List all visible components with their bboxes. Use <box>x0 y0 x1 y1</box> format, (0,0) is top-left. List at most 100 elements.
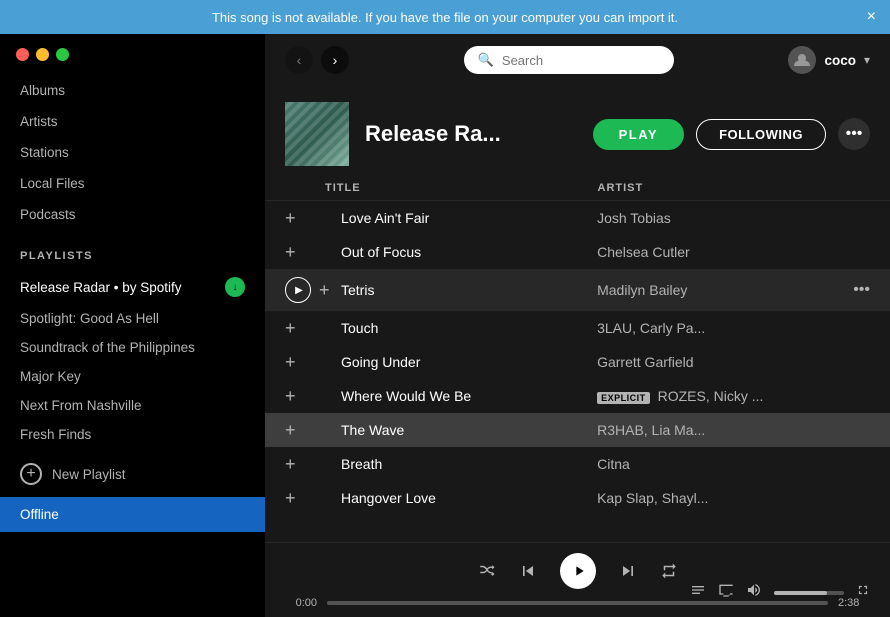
col-title-header: TITLE <box>325 182 598 194</box>
track-artist: Chelsea Cutler <box>597 244 853 260</box>
sidebar-navigation: Albums Artists Stations Local Files Podc… <box>0 71 265 234</box>
sidebar-item-albums[interactable]: Albums <box>0 75 265 106</box>
playlist-label: Soundtrack of the Philippines <box>20 340 195 355</box>
table-row[interactable]: + Breath Citna ••• <box>265 447 890 481</box>
player-right-controls <box>690 582 870 603</box>
new-playlist-button[interactable]: + New Playlist <box>0 453 265 495</box>
notification-close-button[interactable]: × <box>867 9 876 25</box>
col-artist-header: ARTIST <box>598 182 871 194</box>
back-button[interactable]: ‹ <box>285 46 313 74</box>
sidebar-item-local-files[interactable]: Local Files <box>0 168 265 199</box>
search-icon: 🔍 <box>478 52 494 68</box>
play-pause-button[interactable] <box>560 553 596 589</box>
track-title: Out of Focus <box>341 244 597 260</box>
add-track-icon[interactable]: + <box>285 319 296 337</box>
track-title: Breath <box>341 456 597 472</box>
new-playlist-label: New Playlist <box>52 467 126 482</box>
more-options-button[interactable]: ••• <box>838 118 870 150</box>
add-track-icon[interactable]: + <box>285 209 296 227</box>
track-artist: Garrett Garfield <box>597 354 853 370</box>
shuffle-button[interactable] <box>478 562 496 580</box>
playlist-artwork <box>285 102 349 166</box>
add-track-icon[interactable]: + <box>319 281 330 299</box>
avatar <box>788 46 816 74</box>
sidebar-item-artists[interactable]: Artists <box>0 106 265 137</box>
add-track-icon[interactable]: + <box>285 421 296 439</box>
previous-button[interactable] <box>518 561 538 581</box>
traffic-lights <box>0 34 265 71</box>
volume-fill <box>774 591 827 595</box>
track-more-icon[interactable]: ••• <box>853 281 870 299</box>
user-area[interactable]: coco ▾ <box>788 46 870 74</box>
queue-button[interactable] <box>690 582 706 603</box>
nav-arrows: ‹ › <box>285 46 349 74</box>
track-artist: R3HAB, Lia Ma... <box>597 422 853 438</box>
sidebar-item-major-key[interactable]: Major Key <box>0 362 265 391</box>
table-row[interactable]: + Touch 3LAU, Carly Pa... ••• <box>265 311 890 345</box>
sidebar-item-release-radar[interactable]: Release Radar • by Spotify ↓ <box>0 270 265 304</box>
sidebar: Albums Artists Stations Local Files Podc… <box>0 34 265 617</box>
next-button[interactable] <box>618 561 638 581</box>
minimize-window-button[interactable] <box>36 48 49 61</box>
username-label: coco <box>824 53 856 68</box>
track-list-header: TITLE ARTIST <box>265 176 890 201</box>
content-area: ‹ › 🔍 coco ▾ Release Ra... PLAY <box>265 34 890 617</box>
table-row[interactable]: + Going Under Garrett Garfield ••• <box>265 345 890 379</box>
table-row[interactable]: + Hangover Love Kap Slap, Shayl... ••• <box>265 481 890 515</box>
track-artist: 3LAU, Carly Pa... <box>597 320 853 336</box>
search-input[interactable] <box>502 53 660 68</box>
repeat-button[interactable] <box>660 562 678 580</box>
download-icon: ↓ <box>225 277 245 297</box>
add-track-icon[interactable]: + <box>285 489 296 507</box>
table-row[interactable]: ▶ + Tetris Madilyn Bailey ••• <box>265 269 890 311</box>
track-artist: Madilyn Bailey <box>597 282 853 298</box>
track-list: + Love Ain't Fair Josh Tobias ••• + Out … <box>265 201 890 542</box>
player-bar: 0:00 2:38 <box>265 542 890 617</box>
sidebar-item-next-from-nashville[interactable]: Next From Nashville <box>0 391 265 420</box>
track-artist: EXPLICITROZES, Nicky ... <box>597 388 853 404</box>
playlists-section-label: PLAYLISTS <box>0 234 265 270</box>
playlist-label: Release Radar • by Spotify <box>20 280 182 295</box>
table-row[interactable]: + The Wave R3HAB, Lia Ma... ••• <box>265 413 890 447</box>
devices-button[interactable] <box>718 582 734 603</box>
track-title: Hangover Love <box>341 490 597 506</box>
track-title: The Wave <box>341 422 597 438</box>
following-button[interactable]: FOLLOWING <box>696 119 826 150</box>
table-row[interactable]: + Where Would We Be EXPLICITROZES, Nicky… <box>265 379 890 413</box>
track-title: Going Under <box>341 354 597 370</box>
play-button[interactable]: PLAY <box>593 119 684 150</box>
offline-label: Offline <box>20 507 59 522</box>
track-artist: Kap Slap, Shayl... <box>597 490 853 506</box>
playlist-label: Next From Nashville <box>20 398 142 413</box>
forward-button[interactable]: › <box>321 46 349 74</box>
playlist-label: Spotlight: Good As Hell <box>20 311 159 326</box>
sidebar-item-podcasts[interactable]: Podcasts <box>0 199 265 230</box>
playlist-title: Release Ra... <box>365 121 577 147</box>
playlist-header: Release Ra... PLAY FOLLOWING ••• <box>265 86 890 176</box>
maximize-window-button[interactable] <box>56 48 69 61</box>
add-track-icon[interactable]: + <box>285 243 296 261</box>
track-title: Love Ain't Fair <box>341 210 597 226</box>
volume-bar[interactable] <box>774 591 844 595</box>
chevron-down-icon: ▾ <box>864 53 870 67</box>
sidebar-item-soundtrack[interactable]: Soundtrack of the Philippines <box>0 333 265 362</box>
sidebar-item-stations[interactable]: Stations <box>0 137 265 168</box>
table-row[interactable]: + Out of Focus Chelsea Cutler ••• <box>265 235 890 269</box>
offline-button[interactable]: Offline <box>0 497 265 532</box>
add-track-icon[interactable]: + <box>285 455 296 473</box>
track-title: Where Would We Be <box>341 388 597 404</box>
sidebar-item-fresh-finds[interactable]: Fresh Finds <box>0 420 265 449</box>
close-window-button[interactable] <box>16 48 29 61</box>
now-playing-icon[interactable]: ▶ <box>285 277 311 303</box>
track-title: Touch <box>341 320 597 336</box>
search-box[interactable]: 🔍 <box>464 46 674 74</box>
sidebar-item-spotlight[interactable]: Spotlight: Good As Hell <box>0 304 265 333</box>
add-track-icon[interactable]: + <box>285 353 296 371</box>
playlist-label: Fresh Finds <box>20 427 91 442</box>
add-track-icon[interactable]: + <box>285 387 296 405</box>
fullscreen-button[interactable] <box>856 583 870 602</box>
explicit-badge: EXPLICIT <box>597 392 650 404</box>
artwork-stripes <box>285 102 349 166</box>
table-row[interactable]: + Love Ain't Fair Josh Tobias ••• <box>265 201 890 235</box>
volume-button[interactable] <box>746 582 762 603</box>
